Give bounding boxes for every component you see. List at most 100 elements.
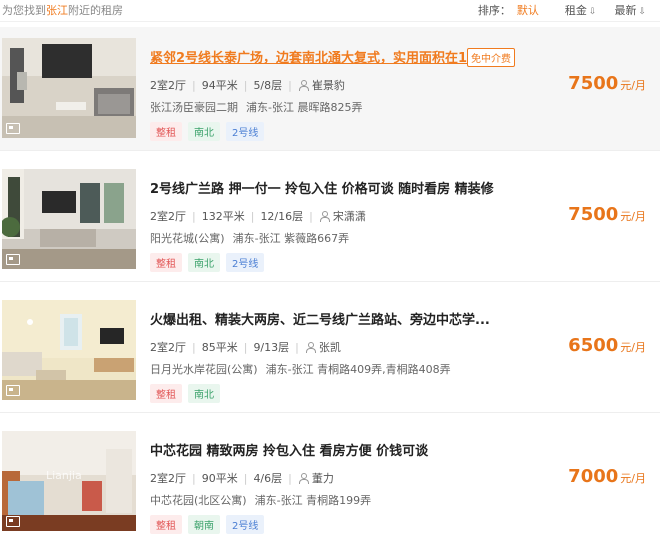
gallery-icon <box>6 123 20 134</box>
district: 浦东-张江 <box>246 101 294 114</box>
listing-title[interactable]: 紧邻2号线长泰广场，边套南北通大复式，实用面积在12... <box>150 47 491 66</box>
price-unit: 元/月 <box>620 472 646 485</box>
found-prefix: 为您找到 <box>2 4 46 17</box>
no-agent-fee-badge: 免中介费 <box>467 48 515 67</box>
price-value: 7000 <box>568 466 619 487</box>
sort-default[interactable]: 默认 <box>517 4 539 17</box>
area: 85平米 <box>201 341 238 354</box>
street: 青桐路199弄 <box>306 494 372 507</box>
divider: | <box>288 472 292 485</box>
sort-latest-label: 最新 <box>614 4 637 17</box>
street: 晨晖路825弄 <box>297 101 363 114</box>
divider: | <box>309 210 313 223</box>
tag: 南北 <box>188 384 220 403</box>
agent-name[interactable]: 董力 <box>312 472 334 485</box>
listing-address: 阳光花城(公寓) 浦东-张江 紫薇路667弄 <box>150 230 349 246</box>
area: 90平米 <box>201 472 238 485</box>
tag-list: 整租 南北 2号线 <box>150 122 270 141</box>
floor: 4/6层 <box>253 472 283 485</box>
tag-list: 整租 南北 2号线 <box>150 253 270 272</box>
agent-name[interactable]: 崔景豹 <box>312 79 345 92</box>
layout: 2室2厅 <box>150 210 186 223</box>
sort-latest[interactable]: 最新 ⇩ <box>608 4 646 17</box>
agent-name[interactable]: 张凯 <box>319 341 341 354</box>
layout: 2室2厅 <box>150 79 186 92</box>
divider: | <box>243 472 248 485</box>
listing-title[interactable]: 火爆出租、精装大两房、近二号线广兰路站、旁边中芯学... <box>150 309 490 328</box>
listing-address: 中芯花园(北区公寓) 浦东-张江 青桐路199弄 <box>150 492 371 508</box>
listing-meta: 2室2厅 | 132平米 | 12/16层 | 宋潇潇 <box>150 208 366 224</box>
floor: 12/16层 <box>260 210 304 223</box>
community-name[interactable]: 日月光水岸花园(公寓) <box>150 363 258 376</box>
found-suffix: 附近的租房 <box>68 4 123 17</box>
price: 7000 元/月 <box>568 466 646 487</box>
results-header: 为您找到张江附近的租房 排序： 默认 租金 ⇩ 最新 ⇩ <box>0 0 660 22</box>
price-unit: 元/月 <box>620 79 646 92</box>
layout: 2室2厅 <box>150 341 186 354</box>
person-icon <box>305 342 316 353</box>
tag-list: 整租 南北 <box>150 384 226 403</box>
gallery-icon <box>6 254 20 265</box>
tag: 整租 <box>150 253 182 272</box>
listing-card[interactable]: 紧邻2号线长泰广场，边套南北通大复式，实用面积在12... 免中介费 2室2厅 |… <box>0 27 660 151</box>
tag: 2号线 <box>226 122 265 141</box>
tag: 整租 <box>150 122 182 141</box>
community-name[interactable]: 阳光花城(公寓) <box>150 232 225 245</box>
divider: | <box>243 341 248 354</box>
price-value: 7500 <box>568 204 619 225</box>
divider: | <box>192 341 196 354</box>
price-value: 6500 <box>568 335 619 356</box>
street: 青桐路409弄,青桐路408弄 <box>317 363 451 376</box>
listing-photo[interactable] <box>2 169 136 269</box>
listing-meta: 2室2厅 | 90平米 | 4/6层 | 董力 <box>150 470 334 486</box>
listing-card[interactable]: 火爆出租、精装大两房、近二号线广兰路站、旁边中芯学... 2室2厅 | 85平米 | 9… <box>0 289 660 413</box>
community-name[interactable]: 张江汤臣豪园二期 <box>150 101 238 114</box>
listing-photo[interactable] <box>2 300 136 400</box>
tag: 南北 <box>188 122 220 141</box>
listing-title[interactable]: 中芯花园 精致两房 拎包入住 看房方便 价钱可谈 <box>150 440 428 459</box>
sort-rent[interactable]: 租金 ⇩ <box>559 4 597 17</box>
district: 浦东-张江 <box>265 363 314 376</box>
layout: 2室2厅 <box>150 472 186 485</box>
tag: 南北 <box>188 253 220 272</box>
tag: 整租 <box>150 515 182 534</box>
tag: 朝南 <box>188 515 220 534</box>
listing-photo[interactable]: Lianjia <box>2 431 136 531</box>
listing-address: 日月光水岸花园(公寓) 浦东-张江 青桐路409弄,青桐路408弄 <box>150 361 451 377</box>
street: 紫薇路667弄 <box>284 232 350 245</box>
area: 94平米 <box>201 79 238 92</box>
gallery-icon <box>6 516 20 527</box>
sort-label: 排序： <box>477 4 511 17</box>
tag: 整租 <box>150 384 182 403</box>
divider: | <box>288 79 292 92</box>
listing-card[interactable]: 2号线广兰路 押一付一 拎包入住 价格可谈 随时看房 精装修 2室2厅 | 132平… <box>0 158 660 282</box>
price: 7500 元/月 <box>568 73 646 94</box>
found-location[interactable]: 张江 <box>46 4 68 17</box>
listing-meta: 2室2厅 | 85平米 | 9/13层 | 张凯 <box>150 339 341 355</box>
price-value: 7500 <box>568 73 619 94</box>
listing-address: 张江汤臣豪园二期 浦东-张江 晨晖路825弄 <box>150 99 362 115</box>
price: 6500 元/月 <box>568 335 646 356</box>
person-icon <box>319 211 330 222</box>
district: 浦东-张江 <box>254 494 303 507</box>
sort-bar: 排序： 默认 租金 ⇩ 最新 ⇩ <box>472 2 646 18</box>
area: 132平米 <box>201 210 245 223</box>
listing-title[interactable]: 2号线广兰路 押一付一 拎包入住 价格可谈 随时看房 精装修 <box>150 178 494 197</box>
divider: | <box>192 79 196 92</box>
price: 7500 元/月 <box>568 204 646 225</box>
person-icon <box>298 473 309 484</box>
tag: 2号线 <box>226 253 265 272</box>
agent-name[interactable]: 宋潇潇 <box>333 210 366 223</box>
divider: | <box>192 210 196 223</box>
listing-meta: 2室2厅 | 94平米 | 5/8层 | 崔景豹 <box>150 77 345 93</box>
person-icon <box>298 80 309 91</box>
divider: | <box>250 210 255 223</box>
results-summary: 为您找到张江附近的租房 <box>2 2 123 18</box>
listing-card[interactable]: Lianjia 中芯花园 精致两房 拎包入住 看房方便 价钱可谈 2室2厅 | 90… <box>0 420 660 541</box>
listing-photo[interactable] <box>2 38 136 138</box>
tag-list: 整租 朝南 2号线 <box>150 515 270 534</box>
price-unit: 元/月 <box>620 210 646 223</box>
community-name[interactable]: 中芯花园(北区公寓) <box>150 494 247 507</box>
tag: 2号线 <box>226 515 265 534</box>
sort-arrow-icon: ⇩ <box>588 7 597 17</box>
